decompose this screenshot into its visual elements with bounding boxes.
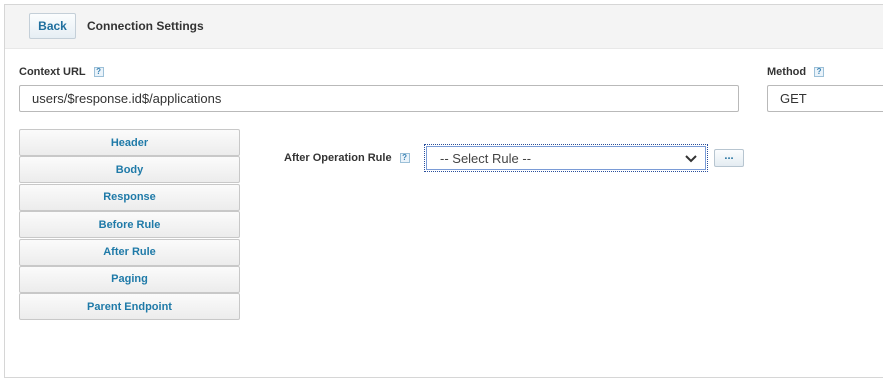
browse-rule-button[interactable]: ... <box>714 149 744 167</box>
method-input[interactable]: GET <box>767 85 883 112</box>
nav-item-body[interactable]: Body <box>19 156 240 184</box>
help-icon[interactable]: ? <box>93 67 104 77</box>
nav-item-paging[interactable]: Paging <box>19 265 240 293</box>
selected-rule-text: -- Select Rule -- <box>440 150 532 166</box>
help-icon[interactable]: ? <box>814 67 825 77</box>
method-label: Method <box>767 66 807 78</box>
nav-item-response[interactable]: Response <box>19 183 240 211</box>
help-icon[interactable]: ? <box>399 153 410 163</box>
nav-item-header[interactable]: Header <box>19 129 240 156</box>
method-label-row: Method ? <box>767 66 825 78</box>
back-button[interactable]: Back <box>29 13 76 39</box>
context-url-input[interactable]: users/$response.id$/applications <box>19 85 739 112</box>
nav-item-parent-endpoint[interactable]: Parent Endpoint <box>19 293 240 321</box>
page-title: Connection Settings <box>87 19 204 33</box>
context-url-label: Context URL <box>19 66 86 78</box>
after-operation-rule-select[interactable]: -- Select Rule -- <box>424 144 708 172</box>
section-nav: Header Body Response Before Rule After R… <box>19 129 240 321</box>
nav-item-after-rule[interactable]: After Rule <box>19 238 240 266</box>
context-url-label-row: Context URL ? <box>19 66 104 78</box>
after-operation-rule-label: After Operation Rule <box>284 152 392 164</box>
after-operation-rule-label-row: After Operation Rule ? <box>284 152 410 164</box>
chevron-down-icon <box>685 155 697 163</box>
nav-item-before-rule[interactable]: Before Rule <box>19 211 240 239</box>
